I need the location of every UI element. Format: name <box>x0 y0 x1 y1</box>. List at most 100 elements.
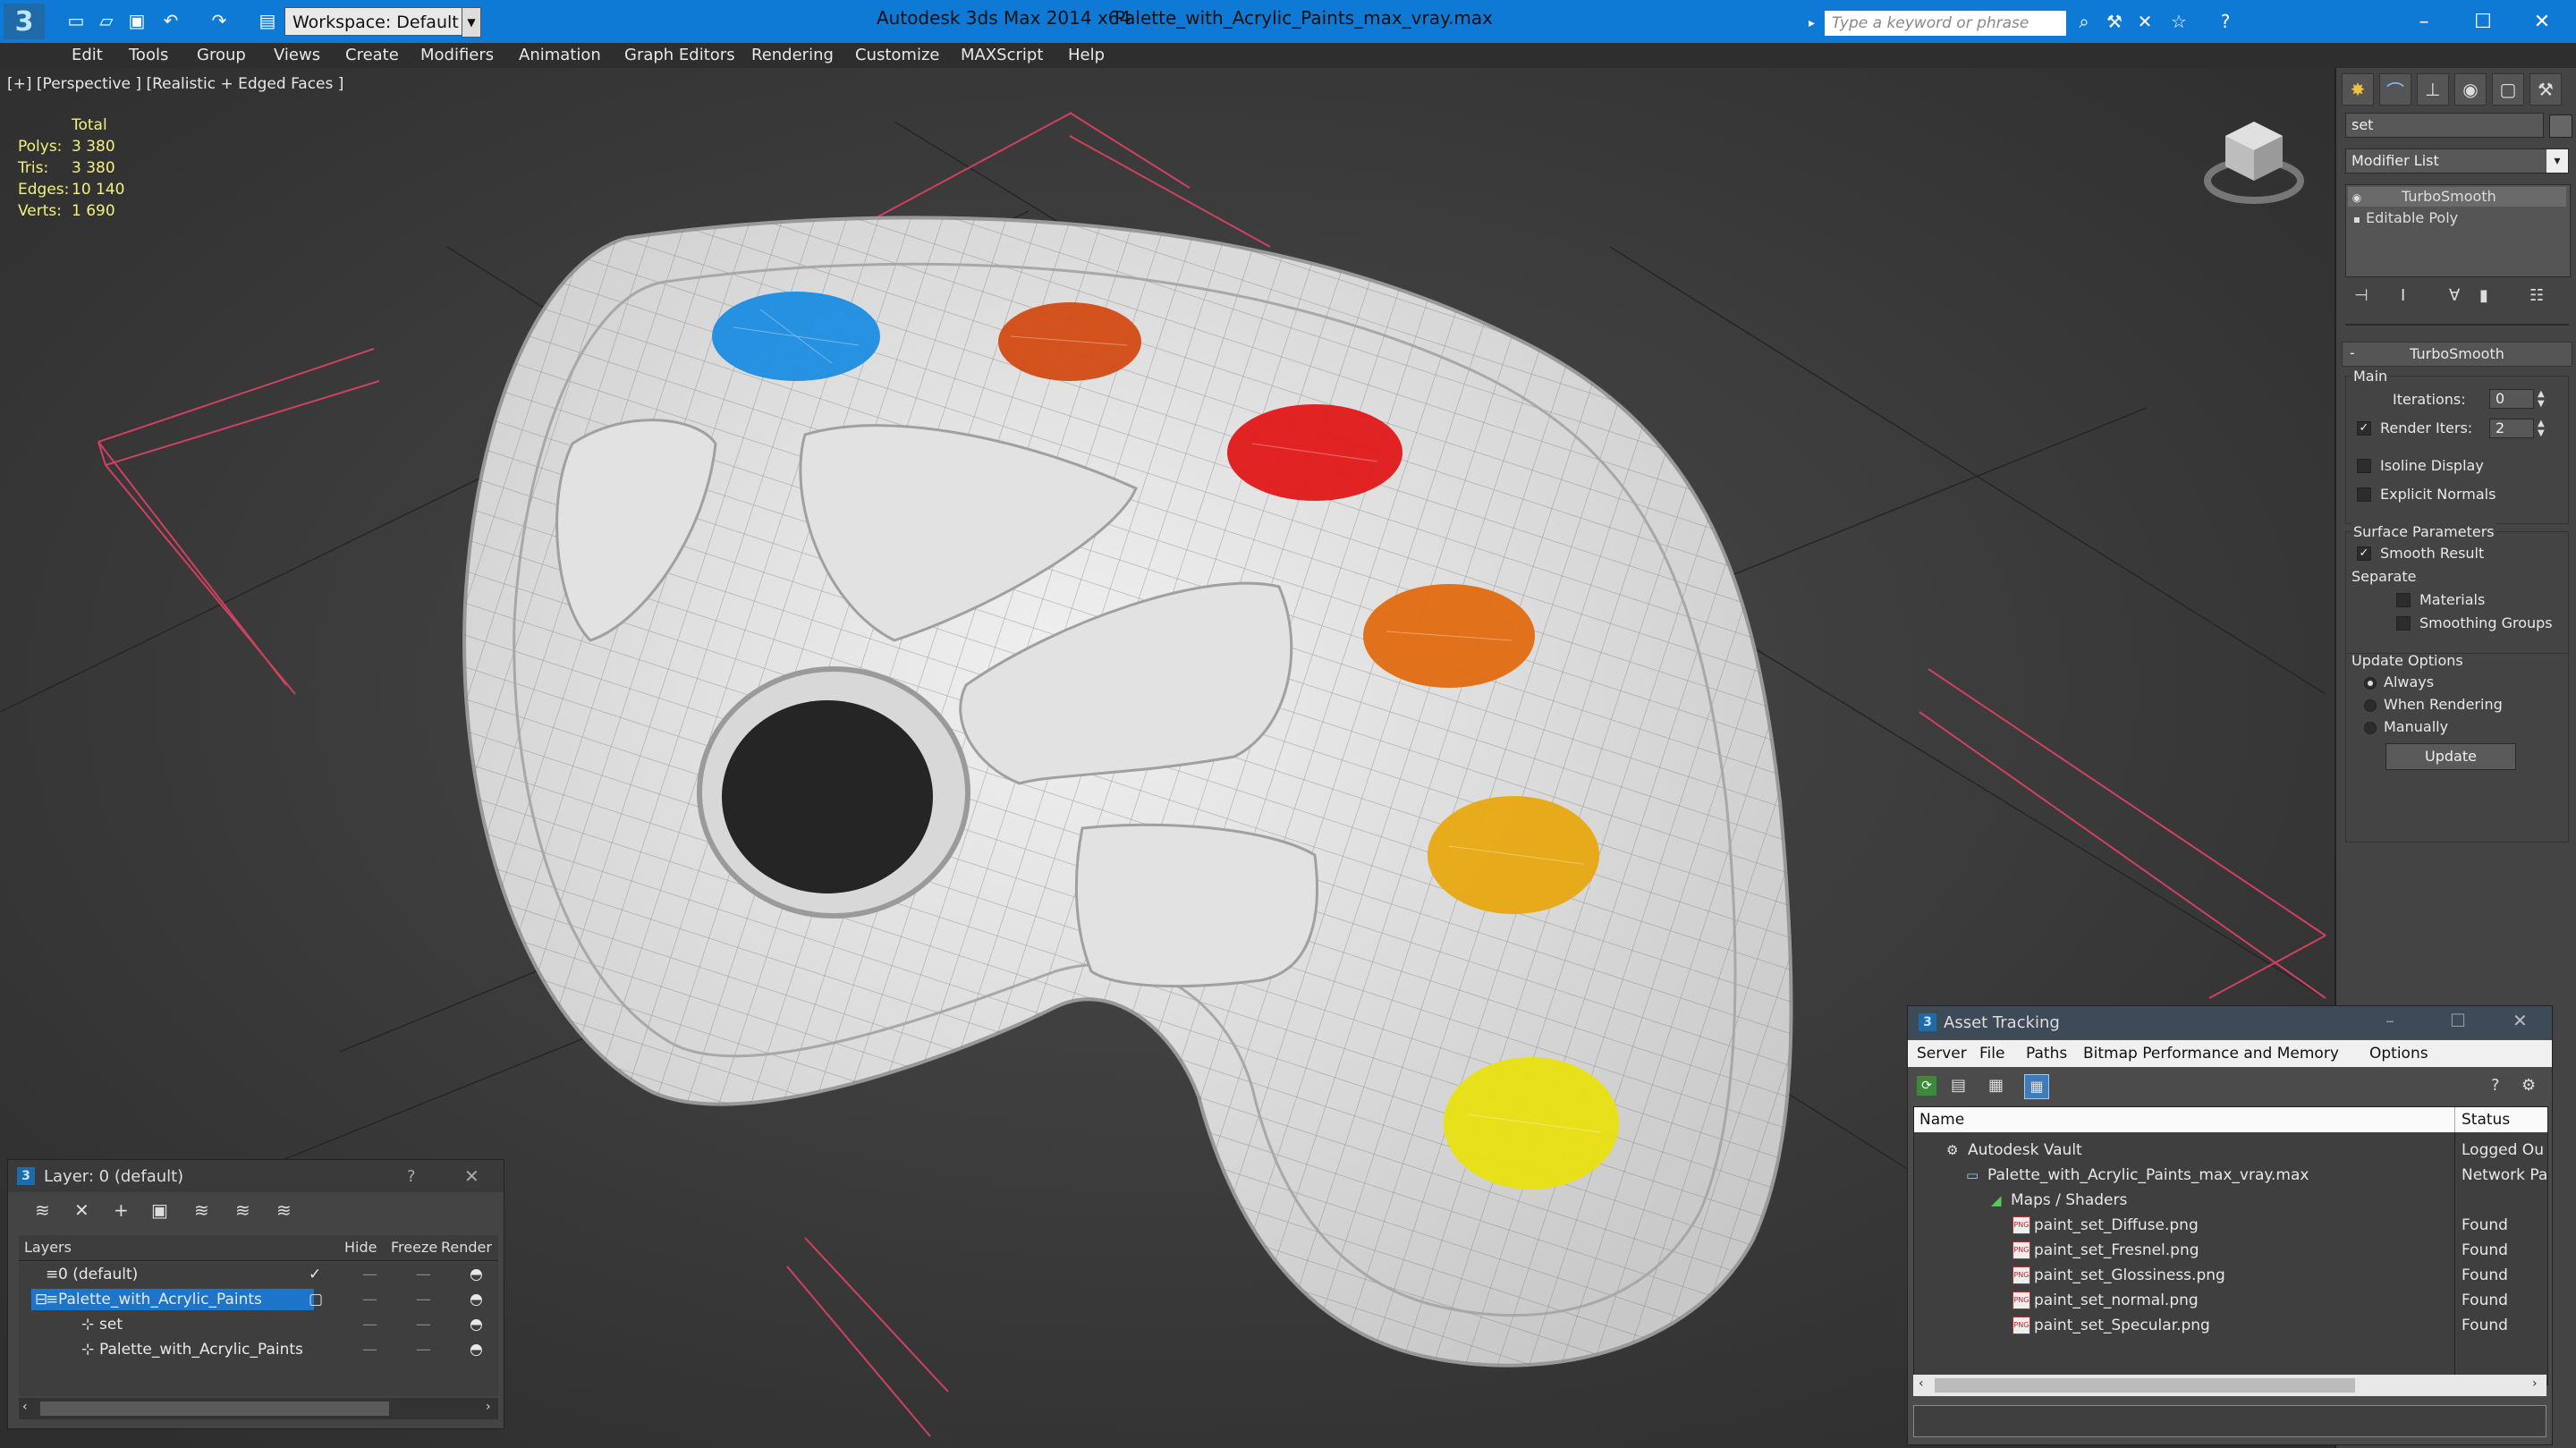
configure-sets-icon[interactable]: ☷ <box>2529 286 2544 305</box>
asset-menu-options[interactable]: Options <box>2369 1045 2428 1063</box>
scroll-left-icon[interactable]: ‹ <box>1919 1376 1924 1391</box>
freeze-toggle[interactable]: — <box>416 1287 431 1312</box>
settings-icon[interactable]: ⚙ <box>2521 1076 2536 1095</box>
col-render[interactable]: Render <box>441 1235 492 1260</box>
menu-customize[interactable]: Customize <box>855 43 939 68</box>
asset-menu-server[interactable]: Server <box>1917 1045 1967 1063</box>
hierarchy-tab-icon[interactable]: ⊥ <box>2417 73 2449 106</box>
menu-help[interactable]: Help <box>1068 43 1105 68</box>
open-file-icon[interactable]: ▱ <box>95 9 118 32</box>
hide-toggle[interactable]: — <box>362 1337 377 1362</box>
freeze-toggle[interactable]: — <box>416 1262 431 1287</box>
render-teapot-icon[interactable]: ◓ <box>470 1262 483 1287</box>
remove-modifier-icon[interactable]: ▮ <box>2479 286 2488 305</box>
asset-status-path-field[interactable] <box>1913 1405 2546 1437</box>
scrollbar-thumb[interactable] <box>1935 1378 2355 1393</box>
maximize-button[interactable]: ☐ <box>2456 4 2510 39</box>
maximize-button[interactable]: ☐ <box>2450 1010 2466 1031</box>
render-teapot-icon[interactable]: ◓ <box>470 1337 483 1362</box>
project-folder-icon[interactable]: ▤ <box>256 9 279 32</box>
asset-row[interactable]: PNG paint_set_Glossiness.png Found <box>1914 1263 2553 1288</box>
hide-toggle[interactable]: — <box>362 1287 377 1312</box>
when-rendering-radio[interactable] <box>2364 699 2377 712</box>
object-color-swatch[interactable] <box>2549 114 2572 138</box>
materials-checkbox[interactable] <box>2396 593 2411 607</box>
isoline-display-checkbox[interactable] <box>2357 459 2371 473</box>
help-icon[interactable]: ? <box>407 1167 416 1186</box>
stack-item-editable-poly[interactable]: ▪ Editable Poly <box>2348 208 2566 228</box>
always-radio[interactable] <box>2364 677 2377 690</box>
smooth-result-checkbox[interactable]: ✓ <box>2357 546 2371 561</box>
freeze-toggle[interactable]: — <box>416 1337 431 1362</box>
scroll-right-icon[interactable]: › <box>486 1400 491 1414</box>
communication-icon[interactable]: ✕ <box>2132 9 2157 34</box>
render-iters-checkbox[interactable]: ✓ <box>2357 421 2371 436</box>
delete-layer-icon[interactable]: ✕ <box>74 1199 89 1221</box>
favorites-icon[interactable]: ☆ <box>2166 9 2191 34</box>
menu-maxscript[interactable]: MAXScript <box>961 43 1043 68</box>
layer-row[interactable]: ⊹ Palette_with_Acrylic_Paints — — ◓ <box>31 1337 513 1362</box>
iterations-spinner[interactable]: 0 <box>2489 389 2534 409</box>
rollout-header-turbosmooth[interactable]: - TurboSmooth <box>2342 342 2572 367</box>
asset-row[interactable]: PNG paint_set_Fresnel.png Found <box>1914 1238 2553 1263</box>
menu-group[interactable]: Group <box>197 43 246 68</box>
update-button[interactable]: Update <box>2385 743 2516 770</box>
menu-graph-editors[interactable]: Graph Editors <box>624 43 735 68</box>
asset-row[interactable]: ⚙ Autodesk Vault Logged Ou <box>1914 1138 2553 1163</box>
hide-toggle[interactable]: — <box>362 1262 377 1287</box>
render-teapot-icon[interactable]: ◓ <box>470 1287 483 1312</box>
close-button[interactable]: ✕ <box>2515 4 2569 39</box>
explicit-normals-checkbox[interactable] <box>2357 487 2371 502</box>
smoothing-groups-checkbox[interactable] <box>2396 616 2411 631</box>
pin-stack-icon[interactable]: ⊣ <box>2354 286 2368 305</box>
search-expand-icon[interactable]: ▸ <box>1809 11 1821 36</box>
asset-row[interactable]: ▭ Palette_with_Acrylic_Paints_max_vray.m… <box>1914 1163 2553 1188</box>
object-name-field[interactable]: set <box>2345 113 2544 138</box>
freeze-all-icon[interactable]: ≋ <box>276 1199 292 1221</box>
manually-radio[interactable] <box>2364 722 2377 734</box>
scroll-right-icon[interactable]: › <box>2532 1376 2538 1391</box>
modifier-list-dropdown[interactable]: Modifier List ▾ <box>2345 148 2569 174</box>
save-icon[interactable]: ▣ <box>125 9 148 32</box>
redo-icon[interactable]: ↷ <box>208 9 231 32</box>
select-objects-icon[interactable]: ▣ <box>151 1199 168 1221</box>
col-name[interactable]: Name <box>1919 1111 1964 1129</box>
menu-animation[interactable]: Animation <box>519 43 601 68</box>
render-iters-spinner[interactable]: 2 <box>2489 419 2534 438</box>
table-view-icon[interactable]: ▦ <box>1988 1076 2004 1095</box>
highlight-layer-icon[interactable]: ≋ <box>194 1199 209 1221</box>
menu-modifiers[interactable]: Modifiers <box>420 43 494 68</box>
asset-menu-bitmap-performance[interactable]: Bitmap Performance and Memory <box>2083 1045 2339 1063</box>
viewcube[interactable] <box>2200 111 2308 209</box>
render-teapot-icon[interactable]: ◓ <box>470 1312 483 1337</box>
col-status[interactable]: Status <box>2462 1111 2510 1129</box>
horizontal-scrollbar[interactable]: ‹ › <box>19 1398 498 1419</box>
menu-views[interactable]: Views <box>274 43 320 68</box>
lightbulb-icon[interactable]: ◉ <box>2348 188 2366 207</box>
iterations-spinner-arrows[interactable]: ▲ ▼ <box>2538 389 2545 409</box>
asset-row[interactable]: PNG paint_set_normal.png Found <box>1914 1288 2553 1313</box>
scrollbar-thumb[interactable] <box>40 1401 389 1416</box>
menu-edit[interactable]: Edit <box>72 43 103 68</box>
help-icon[interactable]: ? <box>2213 9 2238 34</box>
new-file-icon[interactable]: ▭ <box>64 9 88 32</box>
hide-toggle[interactable]: — <box>362 1312 377 1337</box>
viewport-label[interactable]: [+] [Perspective ] [Realistic + Edged Fa… <box>7 75 343 93</box>
current-layer-box-icon[interactable]: ▢ <box>309 1287 323 1312</box>
layer-window-header[interactable]: 3 Layer: 0 (default) ? ✕ <box>8 1160 504 1192</box>
render-iters-spinner-arrows[interactable]: ▲ ▼ <box>2538 419 2545 438</box>
motion-tab-icon[interactable]: ◉ <box>2454 73 2487 106</box>
close-icon[interactable]: ✕ <box>464 1165 479 1187</box>
close-button[interactable]: ✕ <box>2512 1010 2528 1031</box>
col-hide[interactable]: Hide <box>344 1235 377 1260</box>
current-layer-check-icon[interactable]: ✓ <box>309 1262 321 1287</box>
col-layers[interactable]: Layers <box>24 1235 72 1260</box>
make-unique-icon[interactable]: ∀ <box>2449 286 2460 305</box>
stack-expand-icon[interactable]: ▪ <box>2348 209 2366 229</box>
asset-menu-file[interactable]: File <box>1979 1045 2004 1063</box>
undo-icon[interactable]: ↶ <box>159 9 182 32</box>
list-view-icon[interactable]: ▤ <box>1951 1076 1966 1095</box>
minimize-button[interactable]: – <box>2385 1010 2394 1031</box>
layer-row[interactable]: ⊹ set — — ◓ <box>31 1312 513 1337</box>
display-tab-icon[interactable]: ▢ <box>2492 73 2524 106</box>
